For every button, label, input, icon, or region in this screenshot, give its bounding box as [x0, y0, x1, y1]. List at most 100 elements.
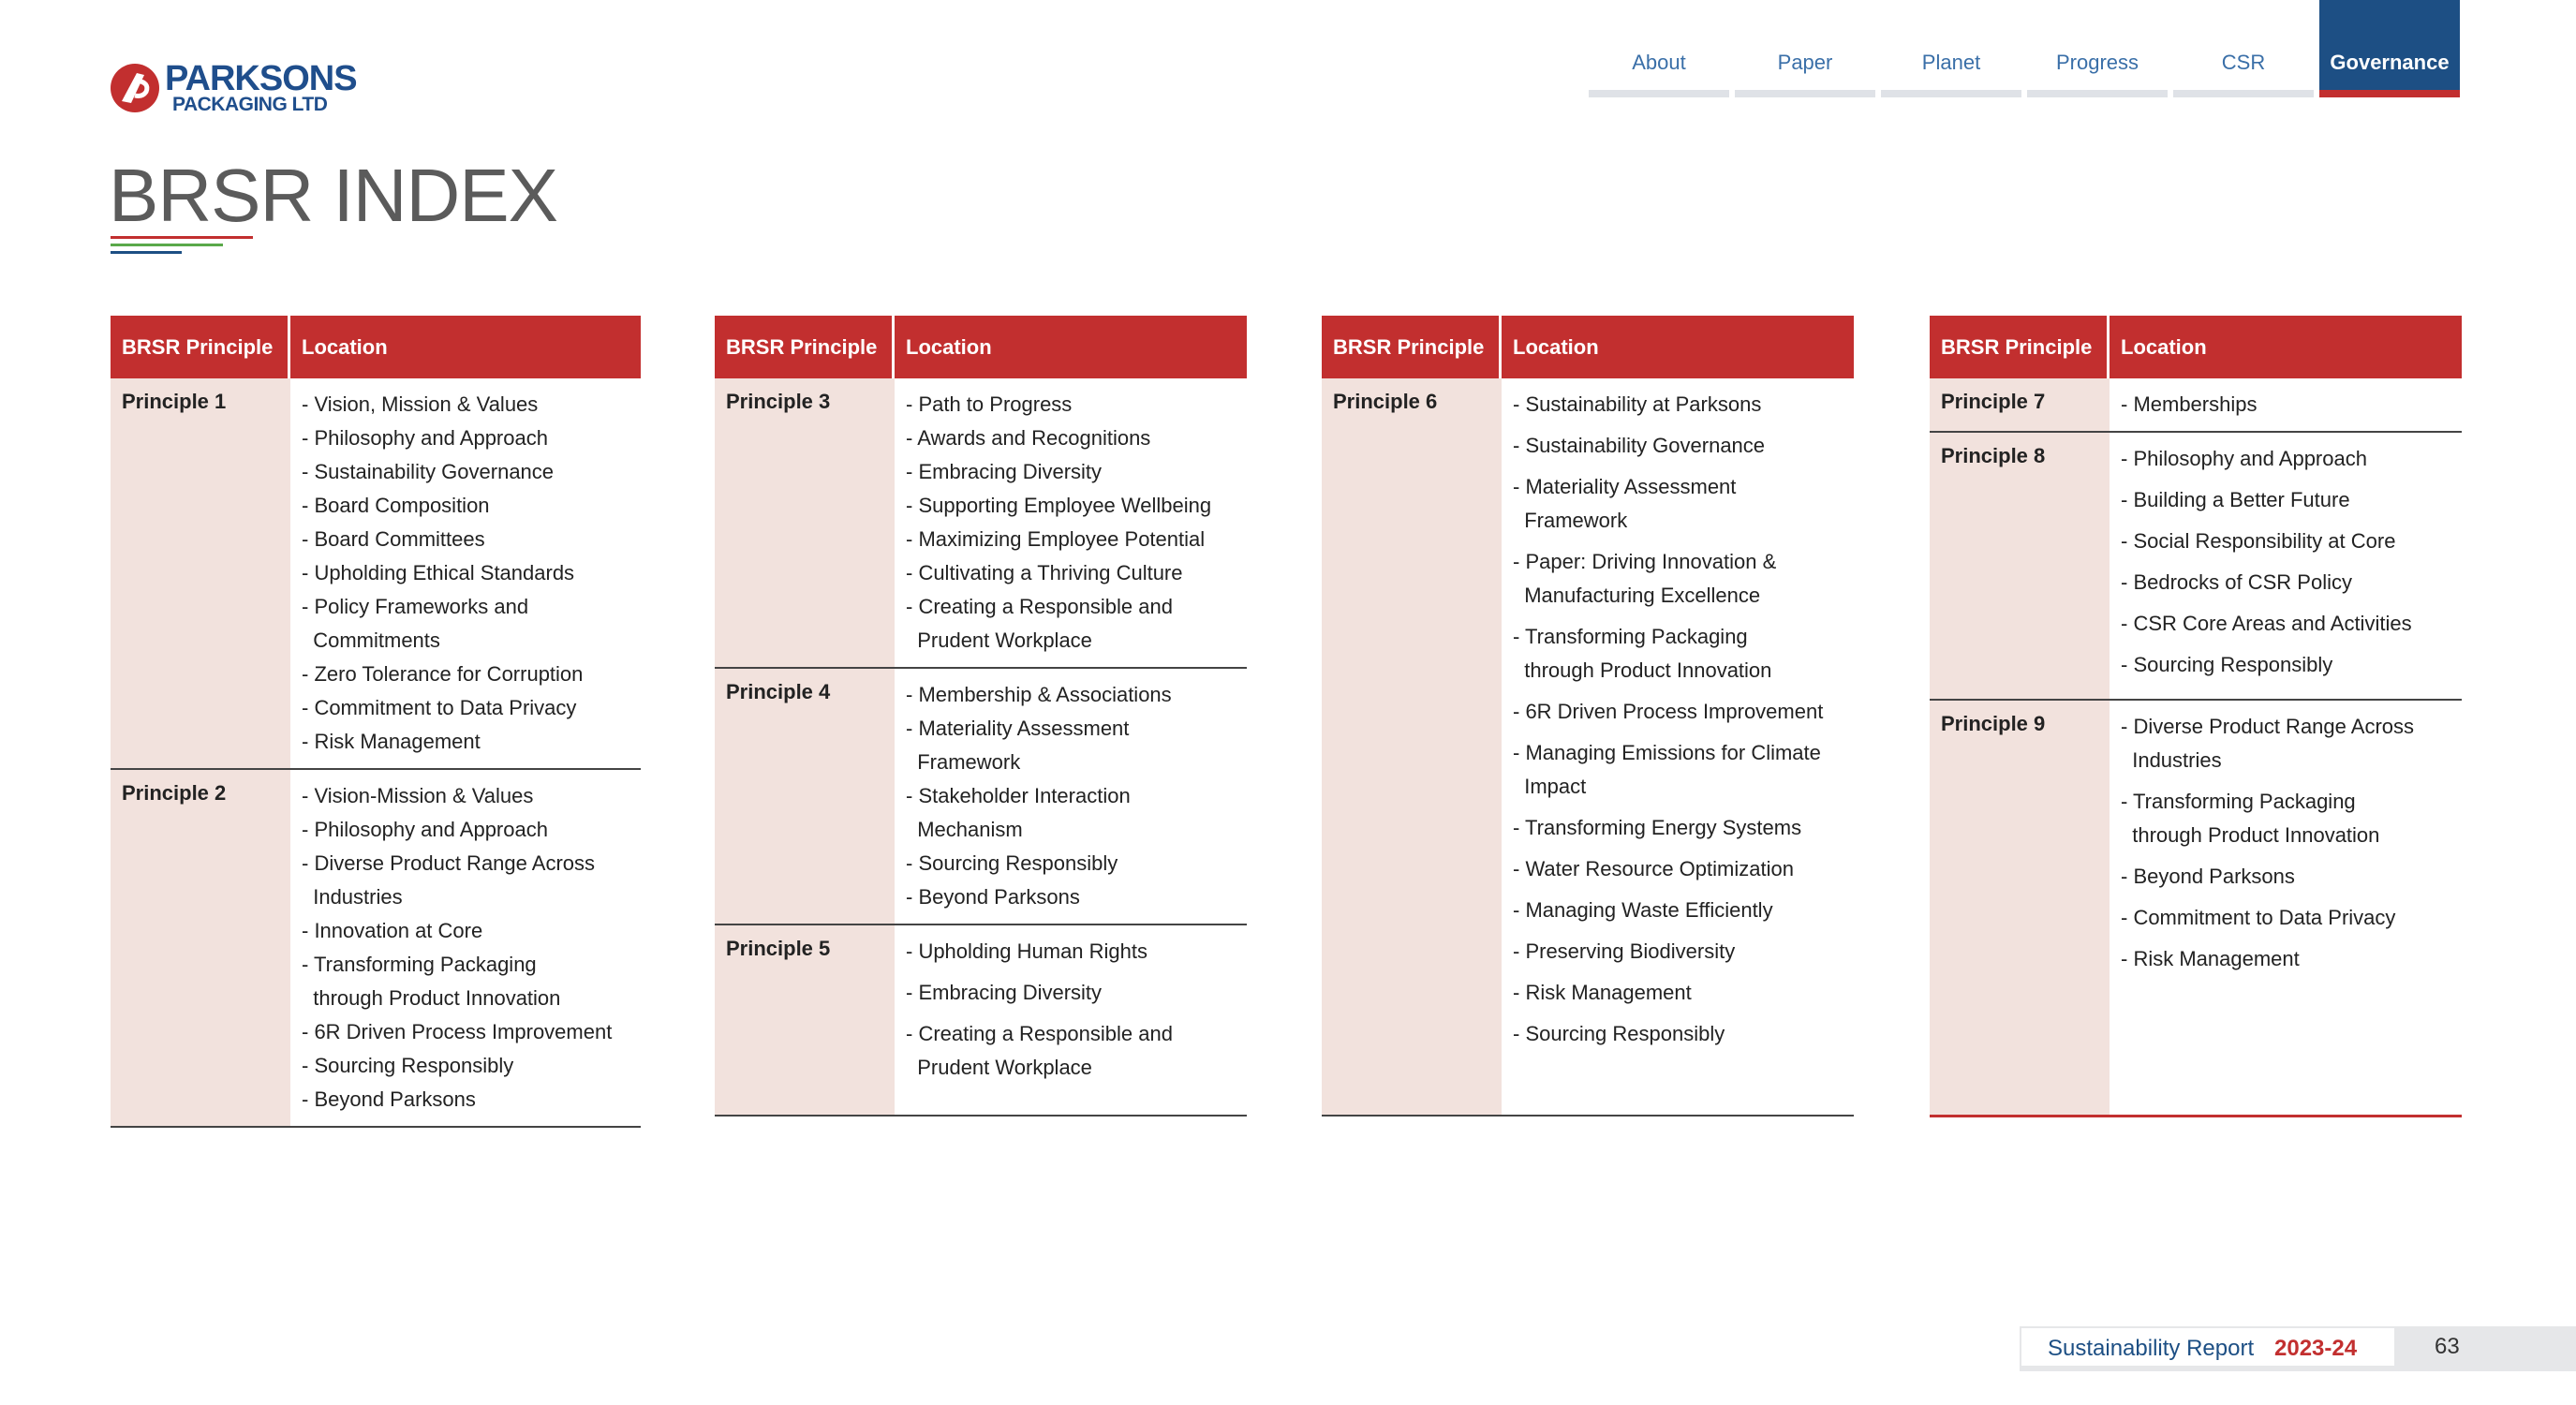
table-header: BRSR Principle Location [715, 316, 1247, 378]
location-cell: - Philosophy and Approach - Building a Be… [2110, 433, 2462, 699]
location-item: - Memberships [2121, 392, 2258, 416]
nav-tab-label: CSR [2221, 51, 2266, 74]
location-item: - Embracing Diversity [906, 460, 1103, 483]
location-cell: - Path to Progress - Awards and Recogniti… [895, 378, 1247, 667]
footer-report-label: Sustainability Report [2048, 1336, 2255, 1361]
table-row: Principle 9 - Diverse Product Range Acros… [1930, 701, 2462, 1117]
nav-tab-label: Paper [1777, 51, 1833, 74]
principle-cell: Principle 1 [122, 390, 227, 413]
location-item: - Risk Management [302, 730, 481, 753]
location-item: - Water Resource Optimization [1513, 857, 1794, 880]
nav-tab-about[interactable]: About [1589, 0, 1729, 101]
header-principle: BRSR Principle [111, 316, 290, 378]
table-body: Principle 7 - Memberships Principle 8 - Phi… [1930, 378, 2462, 1117]
company-logo: PARKSONS PACKAGING LTD [109, 60, 358, 120]
location-item: - Preserving Biodiversity [1513, 939, 1736, 963]
table-body: Principle 1 - Vision, Mission & Values - P… [111, 378, 641, 1128]
title-underline [111, 236, 253, 259]
logo-brand-sub: PACKAGING LTD [172, 94, 328, 115]
table-header: BRSR Principle Location [1930, 316, 2462, 378]
location-item: - CSR Core Areas and Activities [2121, 612, 2412, 635]
location-item: - Philosophy and Approach [302, 818, 548, 841]
page-footer: Sustainability Report 2023-24 63 [2020, 1326, 2576, 1371]
location-item: - Board Committees [302, 527, 485, 551]
nav-tab-paper[interactable]: Paper [1735, 0, 1875, 101]
nav-tab-underline [2319, 90, 2460, 97]
location-item: - Commitment to Data Privacy [302, 696, 577, 719]
logo-brand-name: PARKSONS [165, 59, 358, 98]
nav-tab-underline [1881, 90, 2021, 97]
location-item: - Cultivating a Thriving Culture [906, 561, 1183, 584]
principle-cell: Principle 8 [1941, 444, 2046, 467]
location-item: - Stakeholder Interaction Mechanism [906, 784, 1131, 841]
location-item: - Creating a Responsible and Prudent Wor… [906, 1022, 1173, 1079]
location-item: - 6R Driven Process Improvement [302, 1020, 613, 1043]
location-item: - Innovation at Core [302, 919, 483, 942]
location-item: - Transforming Energy Systems [1513, 816, 1802, 839]
principle-cell: Principle 5 [726, 937, 831, 960]
location-item: - Managing Waste Efficiently [1513, 898, 1773, 922]
location-item: - Policy Frameworks and Commitments [302, 595, 529, 652]
nav-tab-underline [2173, 90, 2314, 97]
location-item: - Membership & Associations [906, 683, 1172, 706]
location-item: - Vision-Mission & Values [302, 784, 534, 807]
location-item: - Embracing Diversity [906, 981, 1103, 1004]
table-row: Principle 8 - Philosophy and Approach - Bu… [1930, 433, 2462, 701]
header-location: Location [2121, 335, 2207, 359]
table-row: Principle 1 - Vision, Mission & Values - P… [111, 378, 641, 770]
location-item: - Transforming Packaging through Product… [302, 953, 561, 1010]
brsr-table-2: BRSR Principle Location Principle 3 - Path … [715, 316, 1247, 1117]
nav-tab-label: About [1632, 51, 1686, 74]
header-principle: BRSR Principle [1930, 316, 2110, 378]
nav-tab-label: Progress [2055, 51, 2139, 74]
location-item: - Building a Better Future [2121, 488, 2350, 511]
location-cell: - Membership & Associations - Materiality… [895, 669, 1247, 924]
location-item: - Beyond Parksons [2121, 865, 2295, 888]
location-item: - Upholding Human Rights [906, 939, 1148, 963]
location-item: - Upholding Ethical Standards [302, 561, 575, 584]
footer-report-box: Sustainability Report 2023-24 [2020, 1326, 2396, 1368]
location-item: - Sourcing Responsibly [906, 851, 1118, 875]
location-item: - Philosophy and Approach [2121, 447, 2367, 470]
location-item: - Creating a Responsible and Prudent Wor… [906, 595, 1173, 652]
nav-tab-planet[interactable]: Planet [1881, 0, 2021, 101]
location-item: - Beyond Parksons [906, 885, 1080, 909]
location-item: - Bedrocks of CSR Policy [2121, 570, 2352, 594]
location-item: - Materiality Assessment Framework [906, 717, 1130, 774]
nav-tab-progress[interactable]: Progress [2027, 0, 2168, 101]
table-row: Principle 7 - Memberships [1930, 378, 2462, 433]
nav-tab-csr[interactable]: CSR [2173, 0, 2314, 101]
location-item: - Sustainability at Parksons [1513, 392, 1762, 416]
nav-tab-governance[interactable]: Governance [2319, 0, 2460, 97]
nav-tab-underline [2027, 90, 2168, 97]
location-item: - Risk Management [1513, 981, 1692, 1004]
location-item: - Path to Progress [906, 392, 1073, 416]
location-item: - Diverse Product Range Across Industrie… [302, 851, 596, 909]
principle-cell: Principle 6 [1333, 390, 1438, 413]
location-item: - Sourcing Responsibly [302, 1054, 514, 1077]
table-row: Principle 6 - Sustainability at Parksons -… [1322, 378, 1854, 1117]
principle-cell: Principle 7 [1941, 390, 2046, 413]
principle-cell: Principle 9 [1941, 712, 2046, 735]
location-item: - Beyond Parksons [302, 1087, 476, 1111]
location-cell: - Vision, Mission & Values - Philosophy a… [290, 378, 641, 768]
header-principle: BRSR Principle [1322, 316, 1502, 378]
location-item: - Sourcing Responsibly [1513, 1022, 1725, 1045]
location-cell: - Vision-Mission & Values - Philosophy an… [290, 770, 641, 1126]
table-body: Principle 3 - Path to Progress - Awards an… [715, 378, 1247, 1117]
page-number: 63 [2435, 1334, 2460, 1359]
location-item: - Transforming Packaging through Product… [2121, 790, 2380, 847]
location-item: - Sustainability Governance [302, 460, 555, 483]
location-item: - Vision, Mission & Values [302, 392, 539, 416]
location-item: - Managing Emissions for Climate Impact [1513, 741, 1821, 798]
location-item: - Board Composition [302, 494, 490, 517]
location-item: - Transforming Packaging through Product… [1513, 625, 1772, 682]
location-item: - Sourcing Responsibly [2121, 653, 2333, 676]
header-location: Location [906, 335, 992, 359]
table-row: Principle 3 - Path to Progress - Awards an… [715, 378, 1247, 669]
location-item: - Maximizing Employee Potential [906, 527, 1206, 551]
header-location: Location [302, 335, 388, 359]
nav-tab-underline [1735, 90, 1875, 97]
footer-report-year: 2023-24 [2274, 1336, 2358, 1361]
nav-tab-underline [1589, 90, 1729, 97]
